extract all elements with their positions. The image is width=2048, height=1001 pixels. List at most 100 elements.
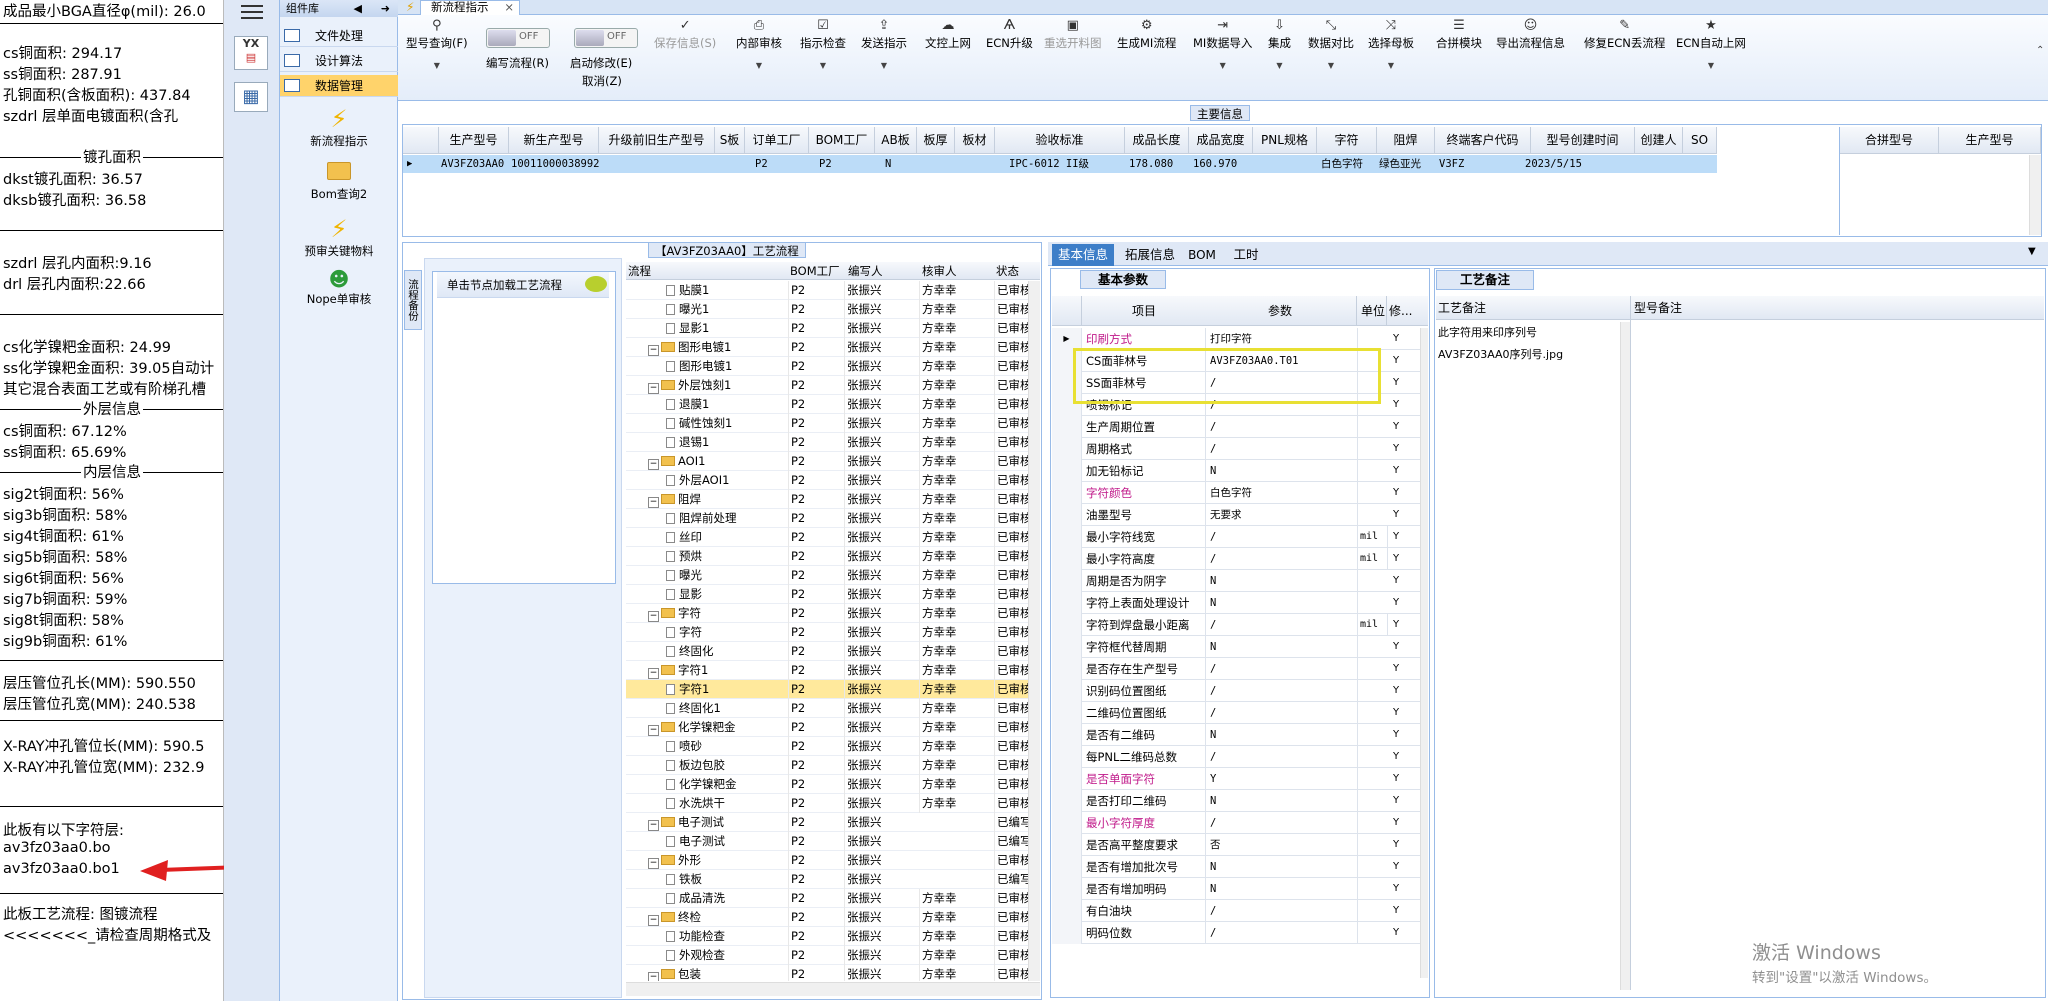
col-header[interactable]: 流程	[628, 262, 651, 280]
flow-row[interactable]: 预烘 P2 张振兴 方幸幸 已审核	[626, 547, 1040, 566]
close-tab-icon[interactable]: ×	[504, 1, 514, 14]
flow-row[interactable]: − 字符1 P2 张振兴 方幸幸 已审核	[626, 661, 1040, 680]
notes-scrollbar[interactable]	[1620, 322, 1630, 990]
param-value[interactable]: Y	[1208, 768, 1358, 790]
ecn-auto-online-button[interactable]: ★ ECN自动上网 ▼	[1676, 19, 1746, 71]
col-header[interactable]: 参数	[1268, 296, 1292, 326]
col-header[interactable]: AB板	[875, 127, 917, 154]
collapse-toggle-icon[interactable]: −	[648, 820, 659, 831]
col-header[interactable]: 生产型号	[1939, 127, 2041, 154]
process-notes-text[interactable]: 此字符用来印序列号 AV3FZ03AA0序列号.jpg	[1438, 322, 1563, 366]
col-header[interactable]: 验收标准	[995, 127, 1125, 154]
merge-module-button[interactable]: ☰ 合拼模块	[1436, 19, 1482, 51]
collapse-toggle-icon[interactable]: −	[648, 497, 659, 508]
flow-row[interactable]: 外层AOI1 P2 张振兴 方幸幸 已审核	[626, 471, 1040, 490]
flow-row[interactable]: 碱性蚀刻1 P2 张振兴 方幸幸 已审核	[626, 414, 1040, 433]
param-value[interactable]: /	[1208, 680, 1358, 702]
col-header[interactable]: S板	[715, 127, 745, 154]
flow-row[interactable]: 显影 P2 张振兴 方幸幸 已审核	[626, 585, 1040, 604]
param-value[interactable]: /	[1208, 658, 1358, 680]
col-header[interactable]: 板厚	[917, 127, 955, 154]
param-value[interactable]: /	[1208, 812, 1358, 834]
collapse-toggle-icon[interactable]: −	[648, 668, 659, 679]
param-value[interactable]: N	[1208, 592, 1358, 614]
flow-row[interactable]: − 外形 P2 张振兴 已审核	[626, 851, 1040, 870]
start-modify-toggle[interactable]: OFF	[574, 28, 638, 48]
nope-review-tool[interactable]: ☻ Nope单审核	[280, 267, 398, 307]
flow-row[interactable]: 水洗烘干 P2 张振兴 方幸幸 已审核	[626, 794, 1040, 813]
param-row[interactable]: 周期格式 / Y	[1052, 438, 1427, 460]
chevron-down-icon[interactable]: ▼	[2028, 246, 2036, 257]
param-value[interactable]: /	[1208, 438, 1358, 460]
calculator-icon[interactable]: ▦	[234, 82, 268, 112]
col-header[interactable]: 创建人	[1635, 127, 1683, 154]
param-row[interactable]: 最小字符线宽 / mil Y	[1052, 526, 1427, 548]
scrollbar[interactable]	[2029, 155, 2041, 235]
param-value[interactable]: /	[1208, 746, 1358, 768]
param-row[interactable]: 加无铅标记 N Y	[1052, 460, 1427, 482]
param-row[interactable]: 最小字符厚度 / Y	[1052, 812, 1427, 834]
col-header[interactable]: 升级前旧生产型号	[599, 127, 715, 154]
tab-new-flow[interactable]: 新流程指示 ×	[420, 0, 520, 15]
col-header[interactable]: 编写人	[848, 262, 883, 280]
param-value[interactable]: N	[1208, 570, 1358, 592]
param-value[interactable]: /	[1208, 548, 1358, 570]
col-header[interactable]: 工艺备注	[1438, 296, 1486, 320]
param-row[interactable]: 每PNL二维码总数 / Y	[1052, 746, 1427, 768]
param-row[interactable]: ▶ 印刷方式 打印字符 Y	[1052, 328, 1427, 350]
col-header[interactable]: 订单工厂	[745, 127, 809, 154]
col-header[interactable]: 型号备注	[1634, 296, 1682, 320]
param-row[interactable]: 字符上表面处理设计 N Y	[1052, 592, 1427, 614]
flow-row[interactable]: 退锡1 P2 张振兴 方幸幸 已审核	[626, 433, 1040, 452]
select-master-board-button[interactable]: ⤨ 选择母板 ▼	[1368, 19, 1414, 71]
param-row[interactable]: 是否打印二维码 N Y	[1052, 790, 1427, 812]
menu-icon[interactable]	[241, 4, 263, 19]
params-scrollbar[interactable]	[1420, 328, 1428, 978]
flow-row[interactable]: − AOI1 P2 张振兴 方幸幸 已审核	[626, 452, 1040, 471]
col-header[interactable]: 成品宽度	[1189, 127, 1253, 154]
param-value[interactable]: /	[1208, 702, 1358, 724]
param-row[interactable]: 识别码位置图纸 / Y	[1052, 680, 1427, 702]
flow-row[interactable]: 电子测试 P2 张振兴 已编写	[626, 832, 1040, 851]
flow-row[interactable]: − 外层蚀刻1 P2 张振兴 方幸幸 已审核	[626, 376, 1040, 395]
tab-bom[interactable]: BOM	[1182, 244, 1222, 266]
param-row[interactable]: 是否存在生产型号 / Y	[1052, 658, 1427, 680]
param-row[interactable]: 周期是否为阴字 N Y	[1052, 570, 1427, 592]
param-value[interactable]: /	[1208, 526, 1358, 548]
param-value[interactable]: /	[1208, 922, 1358, 944]
param-value[interactable]: N	[1208, 636, 1358, 658]
collapse-toggle-icon[interactable]: −	[648, 611, 659, 622]
param-value[interactable]: /	[1208, 614, 1358, 636]
flow-row[interactable]: − 终检 P2 张振兴 方幸幸 已审核	[626, 908, 1040, 927]
flow-row[interactable]: − 包装 P2 张振兴 方幸幸 已审核	[626, 965, 1040, 981]
col-header[interactable]: 核审人	[922, 262, 957, 280]
flow-row[interactable]: 外观检查 P2 张振兴 方幸幸 已审核	[626, 946, 1040, 965]
collapse-ribbon-icon[interactable]: ⌃	[2036, 45, 2044, 56]
flow-row[interactable]: − 阻焊 P2 张振兴 方幸幸 已审核	[626, 490, 1040, 509]
cancel-button[interactable]: 取消(Z)	[582, 73, 622, 89]
collapse-toggle-icon[interactable]: −	[648, 725, 659, 736]
mi-data-import-button[interactable]: ⇥ MI数据导入 ▼	[1193, 19, 1252, 71]
flow-h-scrollbar[interactable]	[626, 982, 1040, 996]
table-row-selected[interactable]: ▶ AV3FZ03AA0 10011000038992 P2 P2 N IPC-…	[403, 155, 1717, 173]
col-header[interactable]: 合拼型号	[1839, 127, 1939, 154]
instruction-check-button[interactable]: ☑ 指示检查 ▼	[800, 19, 846, 71]
flow-row[interactable]: 贴膜1 P2 张振兴 方幸幸 已审核	[626, 281, 1040, 300]
flow-backup-side-tab[interactable]: 流程备份	[404, 270, 422, 330]
flow-row[interactable]: 曝光 P2 张振兴 方幸幸 已审核	[626, 566, 1040, 585]
param-value[interactable]: 无要求	[1208, 504, 1358, 526]
param-value[interactable]: N	[1208, 790, 1358, 812]
col-header[interactable]: 项目	[1132, 296, 1156, 326]
ecn-upgrade-button[interactable]: Ѧ ECN升级	[986, 19, 1033, 51]
send-instruction-button[interactable]: ⇪ 发送指示 ▼	[861, 19, 907, 71]
flow-row[interactable]: 字符 P2 张振兴 方幸幸 已审核	[626, 623, 1040, 642]
pin-left-icon[interactable]: ◀	[354, 0, 362, 17]
collapse-toggle-icon[interactable]: −	[648, 972, 659, 981]
integrate-button[interactable]: ⇩ 集成 ▼	[1268, 19, 1291, 71]
flow-scrollbar[interactable]	[1028, 281, 1040, 981]
flow-row[interactable]: 阻焊前处理 P2 张振兴 方幸幸 已审核	[626, 509, 1040, 528]
component-item-data-management[interactable]: 数据管理	[280, 75, 398, 97]
param-row[interactable]: 字符框代替周期 N Y	[1052, 636, 1427, 658]
param-row[interactable]: 是否有二维码 N Y	[1052, 724, 1427, 746]
param-row[interactable]: 是否有增加批次号 N Y	[1052, 856, 1427, 878]
